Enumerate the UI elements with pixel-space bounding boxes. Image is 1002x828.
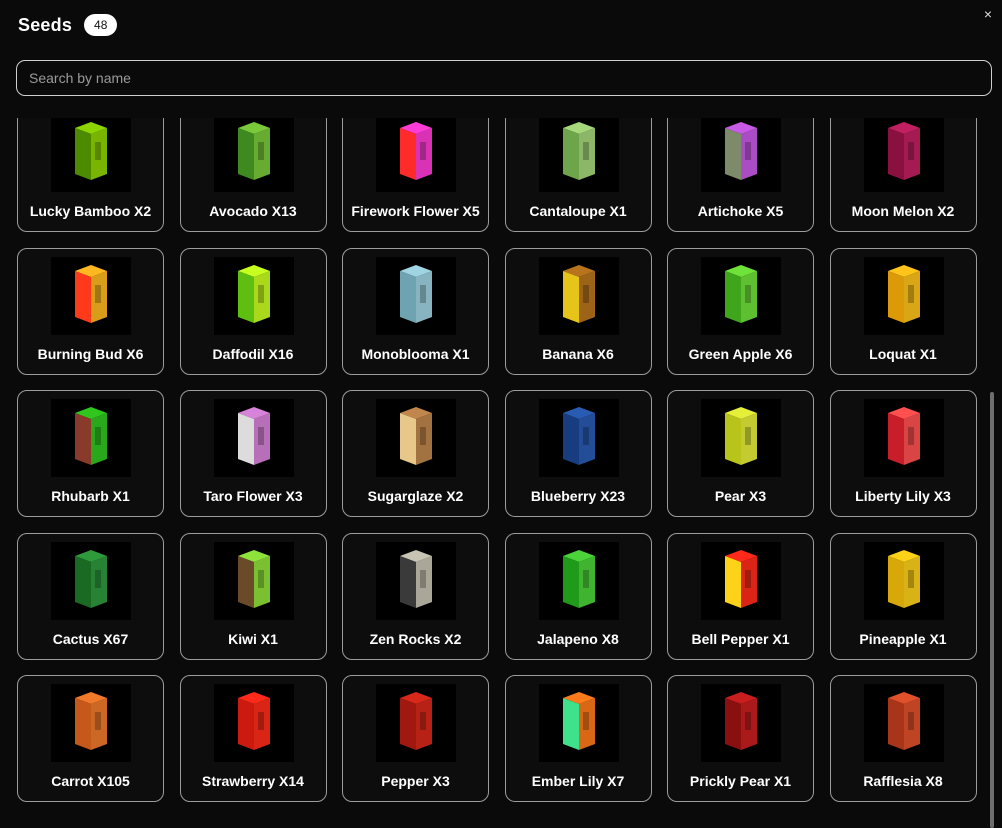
green-apple-icon [701,256,781,335]
avocado-icon [213,118,294,192]
carrot-icon [51,684,131,762]
seed-card[interactable]: Green Apple X6 [667,247,814,375]
seed-card[interactable]: Sugarglaze X2 [342,390,489,517]
seed-card[interactable]: Pepper X3 [342,675,489,802]
seed-label: Zen Rocks X2 [369,630,462,647]
scrollbar[interactable] [990,392,994,828]
seed-label: Daffodil X16 [212,345,294,362]
seed-card[interactable]: Rafflesia X8 [829,675,977,802]
artichoke-icon [701,118,781,192]
seed-label: Firework Flower X5 [351,203,480,219]
cantaloupe-icon [538,118,619,192]
monoblooma-icon [376,256,456,335]
seed-label: Loquat X1 [869,345,937,362]
seed-label: Liberty Lily X3 [855,488,951,504]
bell-pepper-icon [701,541,781,620]
seed-label: Cantaloupe X1 [529,203,627,219]
seed-label: Monoblooma X1 [361,345,470,362]
seed-card[interactable]: Zen Rocks X2 [342,532,489,660]
seed-card[interactable]: Lucky Bamboo X2 [17,118,164,232]
seed-label: Prickly Pear X1 [689,773,792,789]
search-input[interactable] [16,60,992,96]
seed-label: Banana X6 [542,345,614,362]
seed-label: Jalapeno X8 [537,630,619,647]
pear-icon [701,399,781,477]
seed-card[interactable]: Pineapple X1 [829,532,977,660]
seed-label: Cactus X67 [52,630,129,647]
seed-label: Burning Bud X6 [37,345,144,362]
seed-card[interactable]: Kiwi X1 [179,532,327,660]
seed-label: Pepper X3 [381,773,450,789]
count-badge: 48 [84,14,118,36]
loquat-icon [863,256,944,335]
seed-label: Sugarglaze X2 [367,488,464,504]
seed-card[interactable]: Banana X6 [504,247,652,375]
daffodil-icon [213,256,294,335]
zen-rocks-icon [376,541,456,620]
seed-card[interactable]: Strawberry X14 [179,675,327,802]
seed-card[interactable]: Jalapeno X8 [504,532,652,660]
seed-list[interactable]: Lucky Bamboo X2 Avocado X13 Firework Flowe… [0,118,1002,828]
blueberry-icon [538,399,619,477]
seed-card[interactable]: Taro Flower X3 [179,390,327,517]
seed-card[interactable]: Daffodil X16 [179,247,327,375]
seed-card[interactable]: Artichoke X5 [667,118,814,232]
seed-label: Artichoke X5 [697,203,784,219]
seed-card[interactable]: Firework Flower X5 [342,118,489,232]
seed-label: Pineapple X1 [859,630,947,647]
seed-card[interactable]: Blueberry X23 [504,390,652,517]
seed-card[interactable]: Monoblooma X1 [342,247,489,375]
seed-card[interactable]: Cantaloupe X1 [504,118,652,232]
prickly-pear-icon [701,684,781,762]
seed-label: Blueberry X23 [530,488,626,504]
header: Seeds 48 [18,14,118,36]
firework-flower-icon [376,118,456,192]
cactus-icon [51,541,131,620]
seed-card[interactable]: Carrot X105 [17,675,164,802]
ember-lily-icon [538,684,619,762]
strawberry-icon [213,684,294,762]
seed-card[interactable]: Moon Melon X2 [829,118,977,232]
seed-card[interactable]: Loquat X1 [829,247,977,375]
rhubarb-icon [51,399,131,477]
kiwi-icon [213,541,294,620]
seed-label: Taro Flower X3 [203,488,303,504]
seed-card[interactable]: Pear X3 [667,390,814,517]
seed-card[interactable]: Cactus X67 [17,532,164,660]
jalapeno-icon [538,541,619,620]
sugarglaze-icon [376,399,456,477]
seed-label: Strawberry X14 [202,773,304,789]
seed-card[interactable]: Avocado X13 [179,118,327,232]
seed-card[interactable]: Rhubarb X1 [17,390,164,517]
seed-label: Green Apple X6 [688,345,793,362]
seed-label: Avocado X13 [209,203,297,219]
liberty-lily-icon [863,399,944,477]
seed-card[interactable]: Liberty Lily X3 [829,390,977,517]
pineapple-icon [863,541,944,620]
burning-bud-icon [51,256,131,335]
seed-card[interactable]: Burning Bud X6 [17,247,164,375]
close-icon[interactable]: × [980,6,996,22]
seed-label: Ember Lily X7 [531,773,625,789]
banana-icon [538,256,619,335]
seed-card[interactable]: Ember Lily X7 [504,675,652,802]
seed-label: Moon Melon X2 [851,203,955,219]
seed-label: Carrot X105 [51,773,130,789]
pepper-icon [376,684,456,762]
seed-label: Bell Pepper X1 [691,630,790,647]
page-title: Seeds [18,14,73,35]
seed-label: Pear X3 [714,488,767,504]
seed-label: Rhubarb X1 [51,488,130,504]
taro-flower-icon [213,399,294,477]
moon-melon-icon [863,118,944,192]
seed-label: Lucky Bamboo X2 [29,203,152,219]
seed-label: Rafflesia X8 [863,773,943,789]
rafflesia-icon [863,684,944,762]
seed-card[interactable]: Prickly Pear X1 [667,675,814,802]
seed-label: Kiwi X1 [228,630,278,647]
lucky-bamboo-icon [51,118,131,192]
seed-card[interactable]: Bell Pepper X1 [667,532,814,660]
